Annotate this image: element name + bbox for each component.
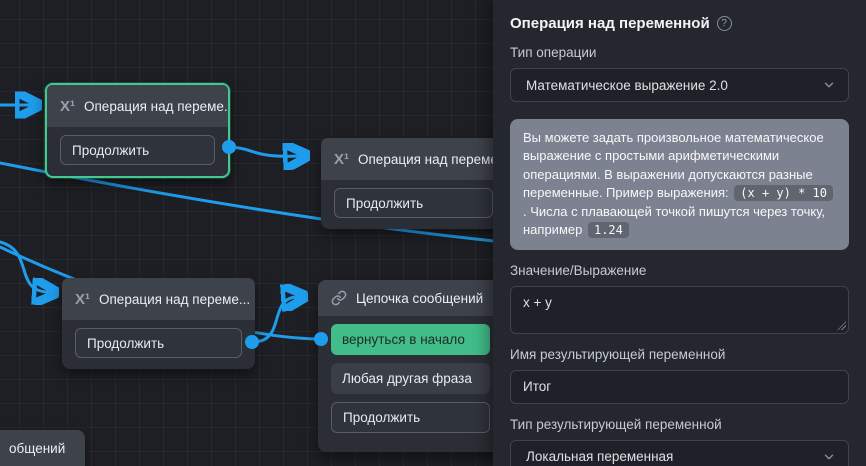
node-message-chain[interactable]: Цепочка сообщений вернуться в начало Люб… [318, 280, 503, 452]
node-variable-operation-3[interactable]: X¹ Операция над переме... Продолжить [62, 278, 255, 369]
edge[interactable] [229, 147, 298, 156]
value-expression-input[interactable]: x + y [510, 286, 849, 334]
link-icon [331, 290, 347, 306]
node-title: Операция над переме... [358, 152, 506, 167]
value-expression-label: Значение/Выражение [510, 263, 849, 278]
connection-port[interactable] [245, 335, 259, 349]
node-title: Операция над переме... [99, 292, 250, 307]
node-title: общений [9, 441, 65, 456]
result-type-label: Тип результирующей переменной [510, 417, 849, 432]
node-header[interactable]: X¹ Операция над переме... [47, 85, 228, 127]
info-text: . Числа с плавающей точкой пишутся через… [523, 204, 825, 237]
node-variable-operation-2[interactable]: X¹ Операция над переме... Продолжить [321, 138, 506, 229]
settings-panel: Операция над переменной ? Тип операции М… [493, 0, 866, 466]
info-box: Вы можете задать произвольное математиче… [510, 119, 849, 250]
connection-port[interactable] [222, 140, 236, 154]
continue-button[interactable]: Продолжить [75, 328, 242, 358]
code-sample: (x + y) * 10 [734, 185, 833, 201]
code-sample: 1.24 [588, 222, 629, 238]
operation-type-value: Математическое выражение 2.0 [526, 78, 728, 93]
node-body: вернуться в начало Любая другая фраза Пр… [318, 316, 503, 452]
chevron-down-icon [822, 78, 836, 92]
node-body: Продолжить [62, 320, 255, 369]
result-name-input[interactable] [510, 370, 849, 404]
node-title: Цепочка сообщений [356, 291, 483, 306]
node-header[interactable]: X¹ Операция над переме... [321, 138, 506, 180]
chain-item-any-other-phrase[interactable]: Любая другая фраза [331, 363, 490, 394]
chain-item-return-to-start[interactable]: вернуться в начало [331, 324, 490, 355]
node-title: Операция над переме... [84, 99, 228, 114]
chain-item-continue[interactable]: Продолжить [331, 402, 490, 433]
node-header[interactable]: X¹ Операция над переме... [62, 278, 255, 320]
continue-button[interactable]: Продолжить [60, 135, 215, 165]
resize-handle-icon[interactable] [837, 321, 846, 330]
panel-title: Операция над переменной [510, 15, 710, 32]
result-type-value: Локальная переменная [526, 449, 673, 464]
operation-type-select[interactable]: Математическое выражение 2.0 [510, 68, 849, 102]
x1-icon: X¹ [60, 98, 75, 115]
connection-port[interactable] [314, 332, 328, 346]
flow-editor: X¹ Операция над переме... Продолжить X¹ … [0, 0, 866, 466]
result-name-label: Имя результирующей переменной [510, 347, 849, 362]
node-header[interactable]: Цепочка сообщений [318, 280, 503, 316]
help-icon[interactable]: ? [717, 16, 732, 31]
continue-button[interactable]: Продолжить [334, 188, 493, 218]
node-variable-operation-1[interactable]: X¹ Операция над переме... Продолжить [45, 83, 230, 178]
x1-icon: X¹ [334, 151, 349, 168]
node-body: Продолжить [47, 127, 228, 176]
chevron-down-icon [822, 450, 836, 464]
node-body: Продолжить [321, 180, 506, 229]
node-message-chain-partial[interactable]: общений [0, 430, 85, 466]
x1-icon: X¹ [75, 291, 90, 308]
operation-type-label: Тип операции [510, 45, 849, 60]
result-type-select[interactable]: Локальная переменная [510, 440, 849, 466]
